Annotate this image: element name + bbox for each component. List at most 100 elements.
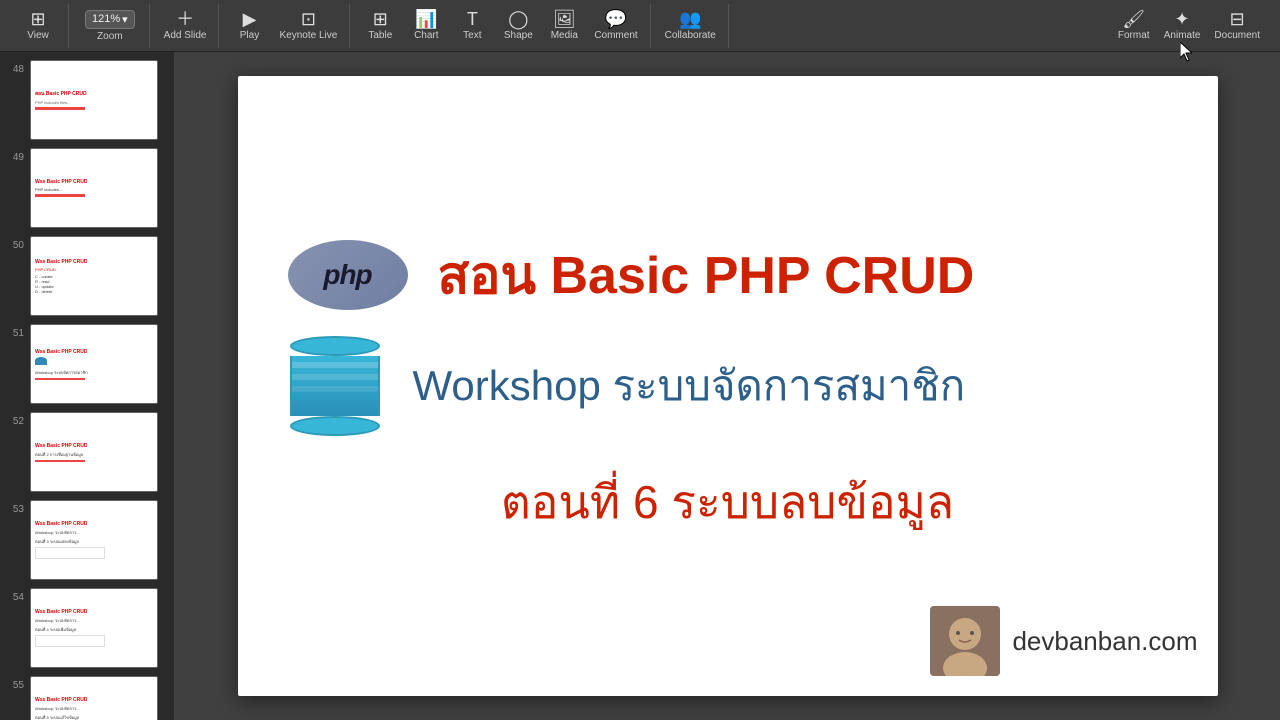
format-label: Format <box>1118 30 1150 41</box>
db-body <box>290 356 380 416</box>
slide-thumbnail-52[interactable]: 52 Wss Basic PHP CRUD ตอนที่ 2 การเชื่อม… <box>0 408 174 496</box>
slide-preview-52: Wss Basic PHP CRUD ตอนที่ 2 การเชื่อมฐาน… <box>30 412 158 492</box>
comment-label: Comment <box>594 30 637 41</box>
collaborate-icon: 👥 <box>679 10 701 28</box>
document-label: Document <box>1214 30 1260 41</box>
text-label: Text <box>463 30 481 41</box>
zoom-label: Zoom <box>97 31 123 42</box>
watermark-text: devbanban.com <box>1012 626 1197 657</box>
title-php: PHP <box>704 247 824 305</box>
comment-icon: 💬 <box>605 10 627 28</box>
slide-episode-text: ตอนที่ 6 ระบบลบข้อมูล <box>501 466 954 539</box>
slide-panel[interactable]: 48 สอน Basic PHP CRUD PHP includes files… <box>0 52 175 720</box>
add-slide-button[interactable]: ＋ Add Slide <box>158 4 213 48</box>
media-icon: 🖼 <box>553 10 576 28</box>
view-button[interactable]: ⊞ View <box>16 4 60 48</box>
zoom-chevron-icon: ▾ <box>122 13 128 26</box>
slide-preview-51: Wss Basic PHP CRUD Workshop ระบบจัดการสม… <box>30 324 158 404</box>
add-slide-group: ＋ Add Slide <box>152 4 220 48</box>
db-top <box>290 336 380 356</box>
chart-icon: 📊 <box>415 10 437 28</box>
slide-thumbnail-51[interactable]: 51 Wss Basic PHP CRUD Workshop ระบบจัดกา… <box>0 320 174 408</box>
slide-number-52: 52 <box>6 416 24 427</box>
slide-number-49: 49 <box>6 152 24 163</box>
format-button[interactable]: 🖌 Format <box>1112 4 1156 48</box>
title-son: สอน <box>438 247 551 305</box>
table-label: Table <box>368 30 392 41</box>
slide-title: สอน Basic PHP CRUD <box>438 233 975 316</box>
keynote-live-icon: ⊡ <box>301 10 316 28</box>
play-group: ▶ Play ⊡ Keynote Live <box>221 4 350 48</box>
watermark: devbanban.com <box>930 606 1197 676</box>
main-area: 48 สอน Basic PHP CRUD PHP includes files… <box>0 52 1280 720</box>
collaborate-label: Collaborate <box>665 30 716 41</box>
add-slide-label: Add Slide <box>164 30 207 41</box>
title-crud: CRUD <box>824 247 974 305</box>
slide-thumbnail-50[interactable]: 50 Wss Basic PHP CRUD PHP CRUD C - creat… <box>0 232 174 320</box>
media-button[interactable]: 🖼 Media <box>542 4 586 48</box>
slide-number-55: 55 <box>6 680 24 691</box>
chart-label: Chart <box>414 30 438 41</box>
database-icon <box>288 336 383 436</box>
slide-preview-54: Wss Basic PHP CRUD Workshop: ระบบจัดการ.… <box>30 588 158 668</box>
avatar-svg <box>930 606 1000 676</box>
slide-number-54: 54 <box>6 592 24 603</box>
text-button[interactable]: T Text <box>450 4 494 48</box>
table-button[interactable]: ⊞ Table <box>358 4 402 48</box>
keynote-live-label: Keynote Live <box>279 30 337 41</box>
slide-preview-48: สอน Basic PHP CRUD PHP includes files... <box>30 60 158 140</box>
slide-row-workshop: Workshop ระบบจัดการสมาชิก <box>288 336 966 436</box>
slide-number-50: 50 <box>6 240 24 251</box>
db-bottom <box>290 416 380 436</box>
right-tools-group: 🖌 Format ✦ Animate ⊟ Document <box>1106 4 1272 48</box>
slide-number-48: 48 <box>6 64 24 75</box>
slide-preview-53: Wss Basic PHP CRUD Workshop: ระบบจัดการ.… <box>30 500 158 580</box>
db-stripe-3 <box>292 386 378 392</box>
slide-main-view[interactable]: php สอน Basic PHP CRUD <box>175 52 1280 720</box>
slide-row-episode: ตอนที่ 6 ระบบลบข้อมูล <box>288 466 1168 539</box>
php-logo: php <box>288 240 408 310</box>
keynote-live-button[interactable]: ⊡ Keynote Live <box>273 4 343 48</box>
comment-button[interactable]: 💬 Comment <box>588 4 643 48</box>
collaborate-button[interactable]: 👥 Collaborate <box>659 4 722 48</box>
animate-button[interactable]: ✦ Animate <box>1158 4 1207 48</box>
play-button[interactable]: ▶ Play <box>227 4 271 48</box>
play-icon: ▶ <box>243 10 257 28</box>
db-stripe-1 <box>292 362 378 368</box>
slide-thumbnail-55[interactable]: 55 Wss Basic PHP CRUD Workshop: ระบบจัดก… <box>0 672 174 720</box>
slide-number-53: 53 <box>6 504 24 515</box>
avatar <box>930 606 1000 676</box>
animate-icon: ✦ <box>1175 10 1190 28</box>
zoom-value: 121% <box>92 13 120 25</box>
slide-thumbnail-54[interactable]: 54 Wss Basic PHP CRUD Workshop: ระบบจัดก… <box>0 584 174 672</box>
slide-thumbnail-53[interactable]: 53 Wss Basic PHP CRUD Workshop: ระบบจัดก… <box>0 496 174 584</box>
document-button[interactable]: ⊟ Document <box>1208 4 1266 48</box>
format-icon: 🖌 <box>1122 10 1145 28</box>
view-label: View <box>27 30 49 41</box>
main-toolbar: ⊞ View 121% ▾ Zoom ＋ Add Slide ▶ Play ⊡ … <box>0 0 1280 52</box>
media-label: Media <box>551 30 578 41</box>
slide-preview-50: Wss Basic PHP CRUD PHP CRUD C - createR … <box>30 236 158 316</box>
slide-thumbnail-48[interactable]: 48 สอน Basic PHP CRUD PHP includes files… <box>0 56 174 144</box>
document-icon: ⊟ <box>1230 10 1245 28</box>
slide-thumbnail-49[interactable]: 49 Wss Basic PHP CRUD PHP includes... <box>0 144 174 232</box>
shape-icon: ◯ <box>508 10 528 28</box>
add-slide-icon: ＋ <box>176 10 194 28</box>
zoom-button[interactable]: 121% ▾ Zoom <box>79 4 141 48</box>
view-icon: ⊞ <box>30 10 45 28</box>
collaborate-group: 👥 Collaborate <box>653 4 729 48</box>
slide-preview-55: Wss Basic PHP CRUD Workshop: ระบบจัดการ.… <box>30 676 158 720</box>
shape-label: Shape <box>504 30 533 41</box>
db-stripe-2 <box>292 374 378 380</box>
php-logo-text: php <box>323 259 371 291</box>
slide-number-51: 51 <box>6 328 24 339</box>
chart-button[interactable]: 📊 Chart <box>404 4 448 48</box>
content-tools-group: ⊞ Table 📊 Chart T Text ◯ Shape 🖼 Media 💬… <box>352 4 650 48</box>
play-label: Play <box>240 30 259 41</box>
zoom-value-display: 121% ▾ <box>85 10 135 29</box>
text-icon: T <box>467 10 478 28</box>
shape-button[interactable]: ◯ Shape <box>496 4 540 48</box>
title-basic: Basic <box>550 247 703 305</box>
table-icon: ⊞ <box>373 10 388 28</box>
slide-row-title: php สอน Basic PHP CRUD <box>288 233 975 316</box>
